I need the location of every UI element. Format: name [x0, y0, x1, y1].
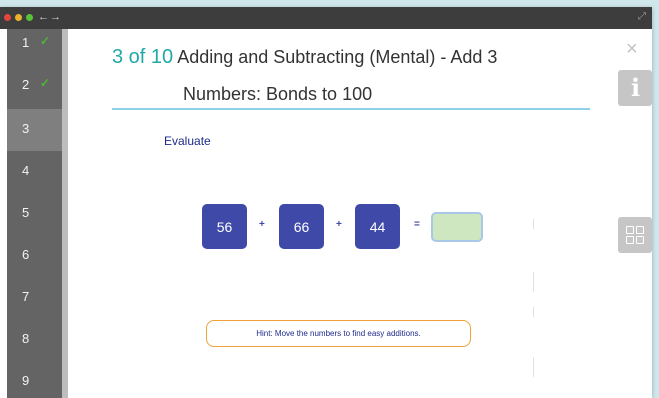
title-line-1: Adding and Subtracting (Mental) - Add 3 [177, 47, 498, 67]
sidebar-divider [62, 29, 68, 398]
divider-line [533, 219, 534, 229]
grid-icon [626, 226, 634, 234]
sidebar-item-1[interactable]: 1 ✓ [7, 23, 62, 65]
grid-icon [636, 226, 644, 234]
divider-line [533, 272, 534, 292]
number-tile-1[interactable]: 56 [202, 204, 247, 249]
question-number: 5 [22, 205, 30, 220]
title-line-2: Numbers: Bonds to 100 [183, 84, 373, 104]
expand-icon[interactable]: ⤢ [638, 11, 646, 22]
question-sidebar: 1 ✓ 2 ✓ 3 4 5 6 7 8 9 [7, 29, 62, 398]
plus-operator-2: + [336, 219, 342, 230]
number-tile-2[interactable]: 66 [279, 204, 324, 249]
sidebar-item-3[interactable]: 3 [7, 109, 62, 151]
info-button[interactable]: i [618, 70, 652, 106]
question-number: 8 [22, 331, 30, 346]
sidebar-item-9[interactable]: 9 [7, 361, 62, 398]
forward-arrow-icon[interactable]: → [50, 10, 61, 24]
check-icon: ✓ [40, 76, 51, 90]
question-number: 7 [22, 289, 30, 304]
back-arrow-icon[interactable]: ← [38, 10, 49, 24]
page-title: 3 of 10 Adding and Subtracting (Mental) … [112, 46, 497, 69]
question-number: 1 [22, 35, 30, 50]
hint-box: Hint: Move the numbers to find easy addi… [206, 320, 471, 347]
answer-input[interactable] [431, 212, 483, 242]
sidebar-item-2[interactable]: 2 ✓ [7, 65, 62, 107]
equals-operator: = [414, 219, 420, 230]
question-number: 2 [22, 77, 30, 92]
question-number: 6 [22, 247, 30, 262]
progress-indicator: 3 of 10 [112, 46, 174, 68]
sidebar-item-8[interactable]: 8 [7, 319, 62, 361]
divider-line [533, 307, 534, 317]
question-instruction: Evaluate [164, 134, 211, 148]
info-icon: i [631, 73, 641, 102]
header-divider [112, 108, 590, 110]
question-number: 4 [22, 163, 30, 178]
title-bar: ← → ⤢ [0, 7, 652, 29]
sidebar-item-7[interactable]: 7 [7, 277, 62, 319]
question-number: 3 [22, 121, 30, 136]
grid-icon [636, 236, 644, 244]
minimize-window-button[interactable] [15, 14, 22, 21]
close-icon[interactable]: × [626, 39, 638, 59]
divider-line [533, 357, 534, 377]
number-grid-button[interactable] [618, 217, 652, 253]
check-icon: ✓ [40, 34, 51, 48]
app-window: ← → ⤢ 1 ✓ 2 ✓ 3 4 5 6 7 8 9 3 of 10 Addi… [0, 7, 652, 398]
grid-icon [626, 236, 634, 244]
question-number: 9 [22, 373, 30, 388]
maximize-window-button[interactable] [26, 14, 33, 21]
sidebar-item-4[interactable]: 4 [7, 151, 62, 193]
sidebar-item-5[interactable]: 5 [7, 193, 62, 235]
plus-operator-1: + [259, 219, 265, 230]
close-window-button[interactable] [4, 14, 11, 21]
number-tile-3[interactable]: 44 [355, 204, 400, 249]
sidebar-item-6[interactable]: 6 [7, 235, 62, 277]
